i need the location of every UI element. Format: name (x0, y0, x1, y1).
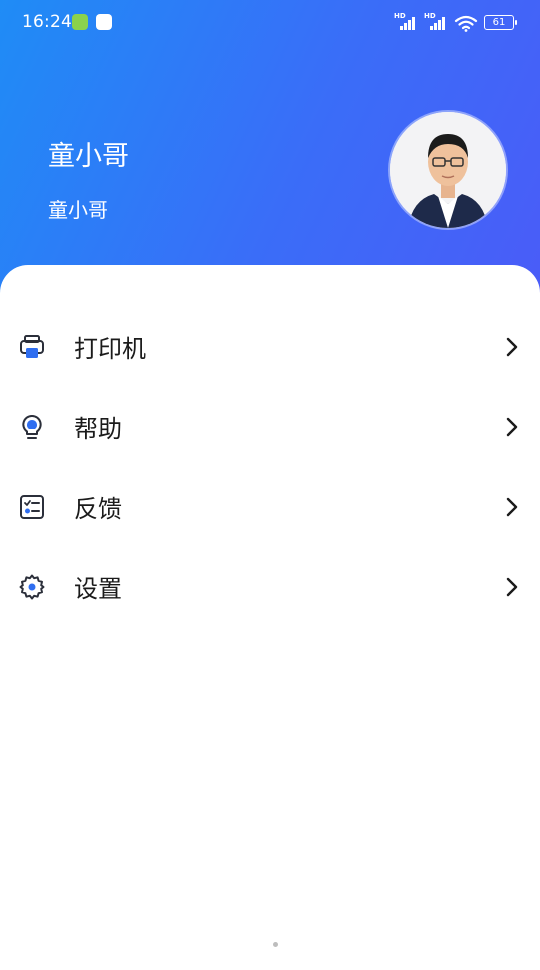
hd-badge: HD (394, 12, 406, 20)
cellular-signal-icon: HD (394, 12, 418, 32)
feedback-icon (20, 495, 44, 519)
hd-badge-2: HD (424, 12, 436, 20)
profile-name: 童小哥 (48, 141, 129, 172)
menu-item-label: 设置 (74, 575, 122, 603)
menu-item-help[interactable]: 帮助 (0, 387, 540, 467)
lightbulb-icon (22, 414, 42, 439)
home-indicator (273, 942, 278, 947)
status-time: 16:24 (22, 12, 72, 32)
menu-item-settings[interactable]: 设置 (0, 547, 540, 627)
menu-item-printer[interactable]: 打印机 (0, 307, 540, 387)
download-notification-icon (72, 14, 88, 30)
app-notification-icon (96, 14, 112, 30)
menu-item-feedback[interactable]: 反馈 (0, 467, 540, 547)
menu-item-label: 反馈 (74, 495, 122, 523)
avatar-photo (390, 112, 506, 228)
menu-list: 打印机 帮助 反馈 设置 (0, 307, 540, 627)
chevron-right-icon (506, 337, 518, 357)
cellular-signal-icon-2: HD (424, 12, 448, 32)
wifi-icon (454, 15, 478, 32)
profile-subtitle: 童小哥 (48, 198, 108, 222)
menu-item-label: 帮助 (74, 415, 122, 443)
chevron-right-icon (506, 577, 518, 597)
status-bar: 16:24 HD HD 61 (0, 0, 540, 44)
printer-icon (20, 335, 44, 358)
avatar[interactable] (390, 112, 506, 228)
status-indicators: HD HD 61 (394, 12, 517, 32)
gear-icon (19, 574, 45, 600)
chevron-right-icon (506, 497, 518, 517)
chevron-right-icon (506, 417, 518, 437)
battery-icon: 61 (484, 15, 517, 30)
menu-item-label: 打印机 (74, 335, 146, 363)
